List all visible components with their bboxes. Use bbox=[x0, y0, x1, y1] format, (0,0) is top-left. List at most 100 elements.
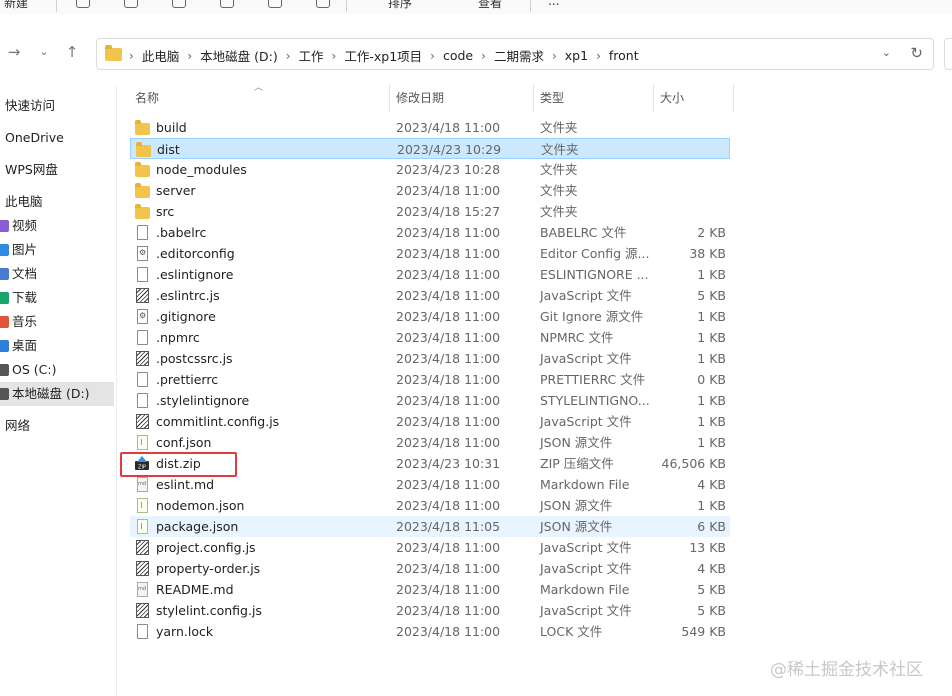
file-row[interactable]: README.md 2023/4/18 11:00 Markdown File 5 K… bbox=[130, 579, 730, 600]
file-row[interactable]: dist 2023/4/23 10:29 文件夹 bbox=[130, 138, 730, 159]
sidebar-item[interactable]: 文档 bbox=[0, 262, 37, 286]
file-row[interactable]: nodemon.json 2023/4/18 11:00 JSON 源文件 1 KB bbox=[130, 495, 730, 516]
file-row[interactable]: server 2023/4/18 11:00 文件夹 bbox=[130, 180, 730, 201]
file-row[interactable]: .npmrc 2023/4/18 11:00 NPMRC 文件 1 KB bbox=[130, 327, 730, 348]
file-date: 2023/4/18 11:00 bbox=[396, 330, 501, 345]
file-row[interactable]: eslint.md 2023/4/18 11:00 Markdown File 4 K… bbox=[130, 474, 730, 495]
sidebar-item[interactable]: 桌面 bbox=[0, 334, 37, 358]
chevron-right-icon[interactable]: › bbox=[552, 49, 557, 63]
breadcrumb-item[interactable]: front bbox=[609, 48, 639, 63]
arrow-right-icon[interactable]: → bbox=[4, 43, 24, 61]
folder-icon bbox=[135, 120, 150, 135]
json-file-icon bbox=[137, 519, 148, 534]
sidebar-item[interactable]: OS (C:) bbox=[0, 358, 56, 382]
javascript-file-icon bbox=[136, 603, 149, 618]
more-options-button[interactable]: ... bbox=[548, 0, 559, 8]
paste-icon[interactable] bbox=[172, 0, 186, 8]
config-file-icon bbox=[137, 309, 148, 324]
file-type: LOCK 文件 bbox=[540, 624, 603, 639]
file-type: ZIP 压缩文件 bbox=[540, 456, 614, 471]
file-row[interactable]: .postcssrc.js 2023/4/18 11:00 JavaScript 文… bbox=[130, 348, 730, 369]
chevron-right-icon[interactable]: › bbox=[332, 49, 337, 63]
sidebar-item[interactable]: 此电脑 bbox=[0, 190, 43, 214]
breadcrumb-item[interactable]: xp1 bbox=[565, 48, 588, 63]
chevron-right-icon[interactable]: › bbox=[481, 49, 486, 63]
sidebar-item[interactable]: 图片 bbox=[0, 238, 37, 262]
file-icon bbox=[137, 393, 148, 408]
file-row[interactable]: package.json 2023/4/18 11:05 JSON 源文件 6 KB bbox=[130, 516, 730, 537]
column-divider[interactable] bbox=[389, 84, 390, 112]
file-row[interactable]: property-order.js 2023/4/18 11:00 JavaScri… bbox=[130, 558, 730, 579]
arrow-up-icon[interactable]: ↑ bbox=[62, 43, 82, 61]
view-button[interactable]: 查看 bbox=[478, 0, 502, 11]
breadcrumb-item[interactable]: 工作 bbox=[299, 46, 324, 65]
file-row[interactable]: node_modules 2023/4/23 10:28 文件夹 bbox=[130, 159, 730, 180]
column-divider[interactable] bbox=[653, 84, 654, 112]
column-divider[interactable] bbox=[733, 84, 734, 112]
column-divider[interactable] bbox=[533, 84, 534, 112]
new-button[interactable]: 新建 bbox=[4, 0, 28, 11]
sidebar-item[interactable]: 音乐 bbox=[0, 310, 37, 334]
file-row[interactable]: .stylelintignore 2023/4/18 11:00 STYLELINT… bbox=[130, 390, 730, 411]
location-icon bbox=[0, 388, 9, 400]
file-row[interactable]: project.config.js 2023/4/18 11:00 JavaScri… bbox=[130, 537, 730, 558]
column-header-type[interactable]: 类型 bbox=[540, 84, 564, 112]
file-date: 2023/4/18 11:00 bbox=[396, 288, 501, 303]
search-input[interactable] bbox=[944, 38, 952, 70]
navigation-bar: → ⌄ ↑ › 此电脑 › 本地磁盘 (D:) › 工作 › 工作-xp1项目 › code › 二期… bbox=[0, 30, 952, 76]
toolbar-divider bbox=[530, 0, 531, 12]
chevron-down-icon[interactable]: ⌄ bbox=[882, 46, 891, 59]
file-type: BABELRC 文件 bbox=[540, 225, 627, 240]
column-header-name[interactable]: 名称 bbox=[135, 84, 159, 112]
chevron-right-icon[interactable]: › bbox=[129, 49, 134, 63]
file-row[interactable]: stylelint.config.js 2023/4/18 11:00 JavaSc… bbox=[130, 600, 730, 621]
breadcrumb-item[interactable]: code bbox=[443, 48, 473, 63]
sidebar-item[interactable]: 快速访问 bbox=[0, 94, 55, 118]
file-row[interactable]: src 2023/4/18 15:27 文件夹 bbox=[130, 201, 730, 222]
location-icon bbox=[0, 292, 9, 304]
file-row[interactable]: commitlint.config.js 2023/4/18 11:00 JavaS… bbox=[130, 411, 730, 432]
file-date: 2023/4/18 11:00 bbox=[396, 561, 501, 576]
file-row[interactable]: .babelrc 2023/4/18 11:00 BABELRC 文件 2 KB bbox=[130, 222, 730, 243]
rename-icon[interactable] bbox=[220, 0, 234, 8]
file-date: 2023/4/18 11:00 bbox=[396, 351, 501, 366]
breadcrumb-item[interactable]: 此电脑 bbox=[142, 46, 180, 65]
file-row[interactable]: .eslintignore 2023/4/18 11:00 ESLINTIGNORE… bbox=[130, 264, 730, 285]
sidebar-item[interactable]: 本地磁盘 (D:) bbox=[0, 382, 114, 406]
share-icon[interactable] bbox=[268, 0, 282, 8]
file-row[interactable]: conf.json 2023/4/18 11:00 JSON 源文件 1 KB bbox=[130, 432, 730, 453]
breadcrumb-item[interactable]: 工作-xp1项目 bbox=[344, 46, 422, 65]
file-type: JSON 源文件 bbox=[540, 498, 613, 513]
file-row[interactable]: .editorconfig 2023/4/18 11:00 Editor Confi… bbox=[130, 243, 730, 264]
file-row[interactable]: .gitignore 2023/4/18 11:00 Git Ignore 源文件 1… bbox=[130, 306, 730, 327]
cut-icon[interactable] bbox=[76, 0, 90, 8]
refresh-icon[interactable]: ↻ bbox=[910, 44, 923, 62]
sidebar-item[interactable]: WPS网盘 bbox=[0, 158, 58, 182]
chevron-right-icon[interactable]: › bbox=[187, 49, 192, 63]
sort-button[interactable]: 排序 bbox=[388, 0, 412, 11]
sidebar-item[interactable]: 下载 bbox=[0, 286, 37, 310]
file-name: src bbox=[156, 204, 175, 219]
file-row[interactable]: .eslintrc.js 2023/4/18 11:00 JavaScript 文件… bbox=[130, 285, 730, 306]
file-size: 1 KB bbox=[697, 414, 726, 429]
delete-icon[interactable] bbox=[316, 0, 330, 8]
chevron-down-icon[interactable]: ⌄ bbox=[34, 45, 54, 58]
chevron-right-icon[interactable]: › bbox=[596, 49, 601, 63]
chevron-right-icon[interactable]: › bbox=[286, 49, 291, 63]
copy-icon[interactable] bbox=[124, 0, 138, 8]
breadcrumb-item[interactable]: 二期需求 bbox=[494, 46, 544, 65]
address-bar[interactable]: › 此电脑 › 本地磁盘 (D:) › 工作 › 工作-xp1项目 › code › 二期需求 › xp1… bbox=[96, 38, 934, 70]
column-header-size[interactable]: 大小 bbox=[660, 84, 684, 112]
file-row[interactable]: build 2023/4/18 11:00 文件夹 bbox=[130, 117, 730, 138]
sidebar-item[interactable]: 网络 bbox=[0, 414, 30, 438]
sidebar-item[interactable]: OneDrive bbox=[0, 126, 64, 150]
column-header-date[interactable]: 修改日期 bbox=[396, 84, 444, 112]
pane-divider[interactable] bbox=[116, 86, 117, 696]
breadcrumb-item[interactable]: 本地磁盘 (D:) bbox=[200, 46, 278, 65]
file-row[interactable]: yarn.lock 2023/4/18 11:00 LOCK 文件 549 KB bbox=[130, 621, 730, 642]
sidebar-item[interactable]: 视频 bbox=[0, 214, 37, 238]
file-row[interactable]: .prettierrc 2023/4/18 11:00 PRETTIERRC 文件 0… bbox=[130, 369, 730, 390]
chevron-right-icon[interactable]: › bbox=[430, 49, 435, 63]
file-type: NPMRC 文件 bbox=[540, 330, 614, 345]
file-date: 2023/4/18 11:00 bbox=[396, 183, 501, 198]
